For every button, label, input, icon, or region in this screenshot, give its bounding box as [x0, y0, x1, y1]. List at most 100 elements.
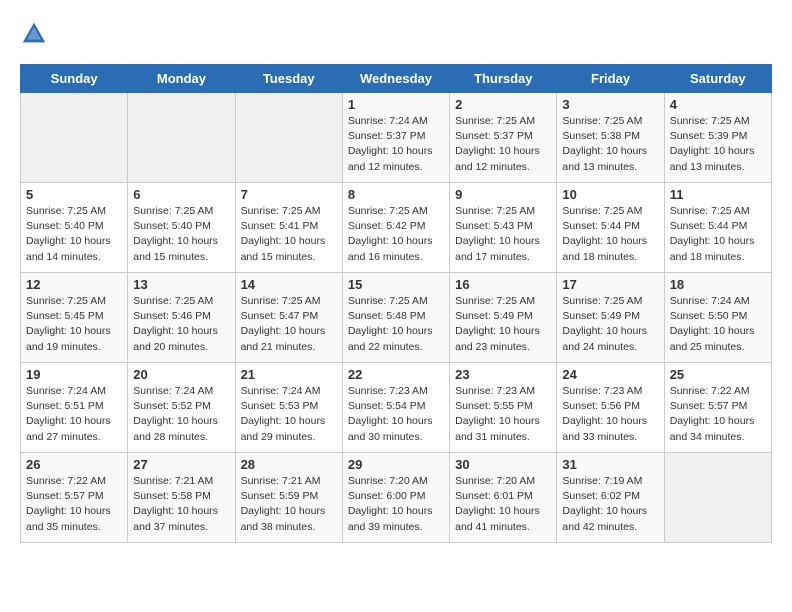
week-row-3: 19 Sunrise: 7:24 AMSunset: 5:51 PMDayligh…: [21, 363, 772, 453]
day-info: Sunrise: 7:21 AMSunset: 5:58 PMDaylight:…: [133, 474, 229, 535]
weekday-header-tuesday: Tuesday: [235, 65, 342, 93]
weekday-header-saturday: Saturday: [664, 65, 771, 93]
day-number: 14: [241, 277, 337, 292]
day-number: 30: [455, 457, 551, 472]
weekday-header-friday: Friday: [557, 65, 664, 93]
day-number: 8: [348, 187, 444, 202]
calendar-cell: [235, 93, 342, 183]
day-info: Sunrise: 7:25 AMSunset: 5:48 PMDaylight:…: [348, 294, 444, 355]
day-info: Sunrise: 7:25 AMSunset: 5:47 PMDaylight:…: [241, 294, 337, 355]
day-number: 25: [670, 367, 766, 382]
calendar-cell: 14 Sunrise: 7:25 AMSunset: 5:47 PMDayligh…: [235, 273, 342, 363]
calendar-cell: 10 Sunrise: 7:25 AMSunset: 5:44 PMDayligh…: [557, 183, 664, 273]
calendar-cell: 25 Sunrise: 7:22 AMSunset: 5:57 PMDayligh…: [664, 363, 771, 453]
calendar-cell: 30 Sunrise: 7:20 AMSunset: 6:01 PMDayligh…: [450, 453, 557, 543]
calendar-cell: 1Sunrise: 7:24 AMSunset: 5:37 PMDaylight…: [342, 93, 449, 183]
day-number: 2: [455, 97, 551, 112]
day-info: Sunrise: 7:25 AMSunset: 5:44 PMDaylight:…: [562, 204, 658, 265]
calendar-cell: 15 Sunrise: 7:25 AMSunset: 5:48 PMDayligh…: [342, 273, 449, 363]
day-info: Sunrise: 7:24 AMSunset: 5:52 PMDaylight:…: [133, 384, 229, 445]
day-number: 12: [26, 277, 122, 292]
day-info: Sunrise: 7:20 AMSunset: 6:00 PMDaylight:…: [348, 474, 444, 535]
day-number: 22: [348, 367, 444, 382]
day-number: 6: [133, 187, 229, 202]
week-row-0: 1Sunrise: 7:24 AMSunset: 5:37 PMDaylight…: [21, 93, 772, 183]
day-number: 28: [241, 457, 337, 472]
day-info: Sunrise: 7:19 AMSunset: 6:02 PMDaylight:…: [562, 474, 658, 535]
calendar-table: SundayMondayTuesdayWednesdayThursdayFrid…: [20, 64, 772, 543]
day-number: 31: [562, 457, 658, 472]
day-info: Sunrise: 7:23 AMSunset: 5:54 PMDaylight:…: [348, 384, 444, 445]
day-info: Sunrise: 7:25 AMSunset: 5:37 PMDaylight:…: [455, 114, 551, 175]
day-info: Sunrise: 7:25 AMSunset: 5:40 PMDaylight:…: [26, 204, 122, 265]
day-info: Sunrise: 7:22 AMSunset: 5:57 PMDaylight:…: [670, 384, 766, 445]
calendar-cell: 24 Sunrise: 7:23 AMSunset: 5:56 PMDayligh…: [557, 363, 664, 453]
calendar-cell: 19 Sunrise: 7:24 AMSunset: 5:51 PMDayligh…: [21, 363, 128, 453]
day-info: Sunrise: 7:25 AMSunset: 5:43 PMDaylight:…: [455, 204, 551, 265]
calendar-cell: 26Sunrise: 7:22 AMSunset: 5:57 PMDayligh…: [21, 453, 128, 543]
day-number: 10: [562, 187, 658, 202]
logo: [20, 20, 52, 48]
calendar-cell: [128, 93, 235, 183]
calendar-cell: 17 Sunrise: 7:25 AMSunset: 5:49 PMDayligh…: [557, 273, 664, 363]
week-row-4: 26Sunrise: 7:22 AMSunset: 5:57 PMDayligh…: [21, 453, 772, 543]
day-info: Sunrise: 7:24 AMSunset: 5:53 PMDaylight:…: [241, 384, 337, 445]
day-number: 3: [562, 97, 658, 112]
calendar-cell: 3 Sunrise: 7:25 AMSunset: 5:38 PMDaylight…: [557, 93, 664, 183]
day-number: 29: [348, 457, 444, 472]
calendar-cell: 20Sunrise: 7:24 AMSunset: 5:52 PMDayligh…: [128, 363, 235, 453]
calendar-cell: 8 Sunrise: 7:25 AMSunset: 5:42 PMDaylight…: [342, 183, 449, 273]
calendar-cell: 13 Sunrise: 7:25 AMSunset: 5:46 PMDayligh…: [128, 273, 235, 363]
day-info: Sunrise: 7:25 AMSunset: 5:38 PMDaylight:…: [562, 114, 658, 175]
logo-icon: [20, 20, 48, 48]
day-info: Sunrise: 7:25 AMSunset: 5:45 PMDaylight:…: [26, 294, 122, 355]
weekday-header-sunday: Sunday: [21, 65, 128, 93]
calendar-cell: 28 Sunrise: 7:21 AMSunset: 5:59 PMDayligh…: [235, 453, 342, 543]
page-header: [20, 20, 772, 48]
day-number: 15: [348, 277, 444, 292]
day-info: Sunrise: 7:20 AMSunset: 6:01 PMDaylight:…: [455, 474, 551, 535]
calendar-cell: 16Sunrise: 7:25 AMSunset: 5:49 PMDayligh…: [450, 273, 557, 363]
day-info: Sunrise: 7:23 AMSunset: 5:56 PMDaylight:…: [562, 384, 658, 445]
day-info: Sunrise: 7:21 AMSunset: 5:59 PMDaylight:…: [241, 474, 337, 535]
day-info: Sunrise: 7:25 AMSunset: 5:39 PMDaylight:…: [670, 114, 766, 175]
day-info: Sunrise: 7:23 AMSunset: 5:55 PMDaylight:…: [455, 384, 551, 445]
weekday-header-row: SundayMondayTuesdayWednesdayThursdayFrid…: [21, 65, 772, 93]
day-number: 27: [133, 457, 229, 472]
calendar-cell: 4 Sunrise: 7:25 AMSunset: 5:39 PMDaylight…: [664, 93, 771, 183]
day-info: Sunrise: 7:25 AMSunset: 5:42 PMDaylight:…: [348, 204, 444, 265]
calendar-cell: 18Sunrise: 7:24 AMSunset: 5:50 PMDayligh…: [664, 273, 771, 363]
day-number: 5: [26, 187, 122, 202]
day-number: 13: [133, 277, 229, 292]
day-info: Sunrise: 7:24 AMSunset: 5:51 PMDaylight:…: [26, 384, 122, 445]
calendar-cell: 6 Sunrise: 7:25 AMSunset: 5:40 PMDaylight…: [128, 183, 235, 273]
calendar-cell: 2 Sunrise: 7:25 AMSunset: 5:37 PMDaylight…: [450, 93, 557, 183]
week-row-1: 5 Sunrise: 7:25 AMSunset: 5:40 PMDaylight…: [21, 183, 772, 273]
day-info: Sunrise: 7:25 AMSunset: 5:40 PMDaylight:…: [133, 204, 229, 265]
calendar-cell: 31 Sunrise: 7:19 AMSunset: 6:02 PMDayligh…: [557, 453, 664, 543]
day-info: Sunrise: 7:24 AMSunset: 5:37 PMDaylight:…: [348, 114, 444, 175]
day-info: Sunrise: 7:25 AMSunset: 5:46 PMDaylight:…: [133, 294, 229, 355]
day-info: Sunrise: 7:24 AMSunset: 5:50 PMDaylight:…: [670, 294, 766, 355]
day-number: 17: [562, 277, 658, 292]
day-info: Sunrise: 7:25 AMSunset: 5:49 PMDaylight:…: [562, 294, 658, 355]
day-number: 9: [455, 187, 551, 202]
calendar-cell: 5 Sunrise: 7:25 AMSunset: 5:40 PMDaylight…: [21, 183, 128, 273]
day-number: 23: [455, 367, 551, 382]
day-number: 4: [670, 97, 766, 112]
calendar-cell: 11Sunrise: 7:25 AMSunset: 5:44 PMDayligh…: [664, 183, 771, 273]
calendar-cell: 29 Sunrise: 7:20 AMSunset: 6:00 PMDayligh…: [342, 453, 449, 543]
calendar-cell: 22 Sunrise: 7:23 AMSunset: 5:54 PMDayligh…: [342, 363, 449, 453]
calendar-cell: 21 Sunrise: 7:24 AMSunset: 5:53 PMDayligh…: [235, 363, 342, 453]
calendar-cell: 7Sunrise: 7:25 AMSunset: 5:41 PMDaylight…: [235, 183, 342, 273]
calendar-cell: [664, 453, 771, 543]
weekday-header-thursday: Thursday: [450, 65, 557, 93]
calendar-cell: 23 Sunrise: 7:23 AMSunset: 5:55 PMDayligh…: [450, 363, 557, 453]
calendar-cell: 27 Sunrise: 7:21 AMSunset: 5:58 PMDayligh…: [128, 453, 235, 543]
day-number: 21: [241, 367, 337, 382]
day-number: 16: [455, 277, 551, 292]
calendar-cell: [21, 93, 128, 183]
day-number: 24: [562, 367, 658, 382]
weekday-header-wednesday: Wednesday: [342, 65, 449, 93]
day-number: 19: [26, 367, 122, 382]
